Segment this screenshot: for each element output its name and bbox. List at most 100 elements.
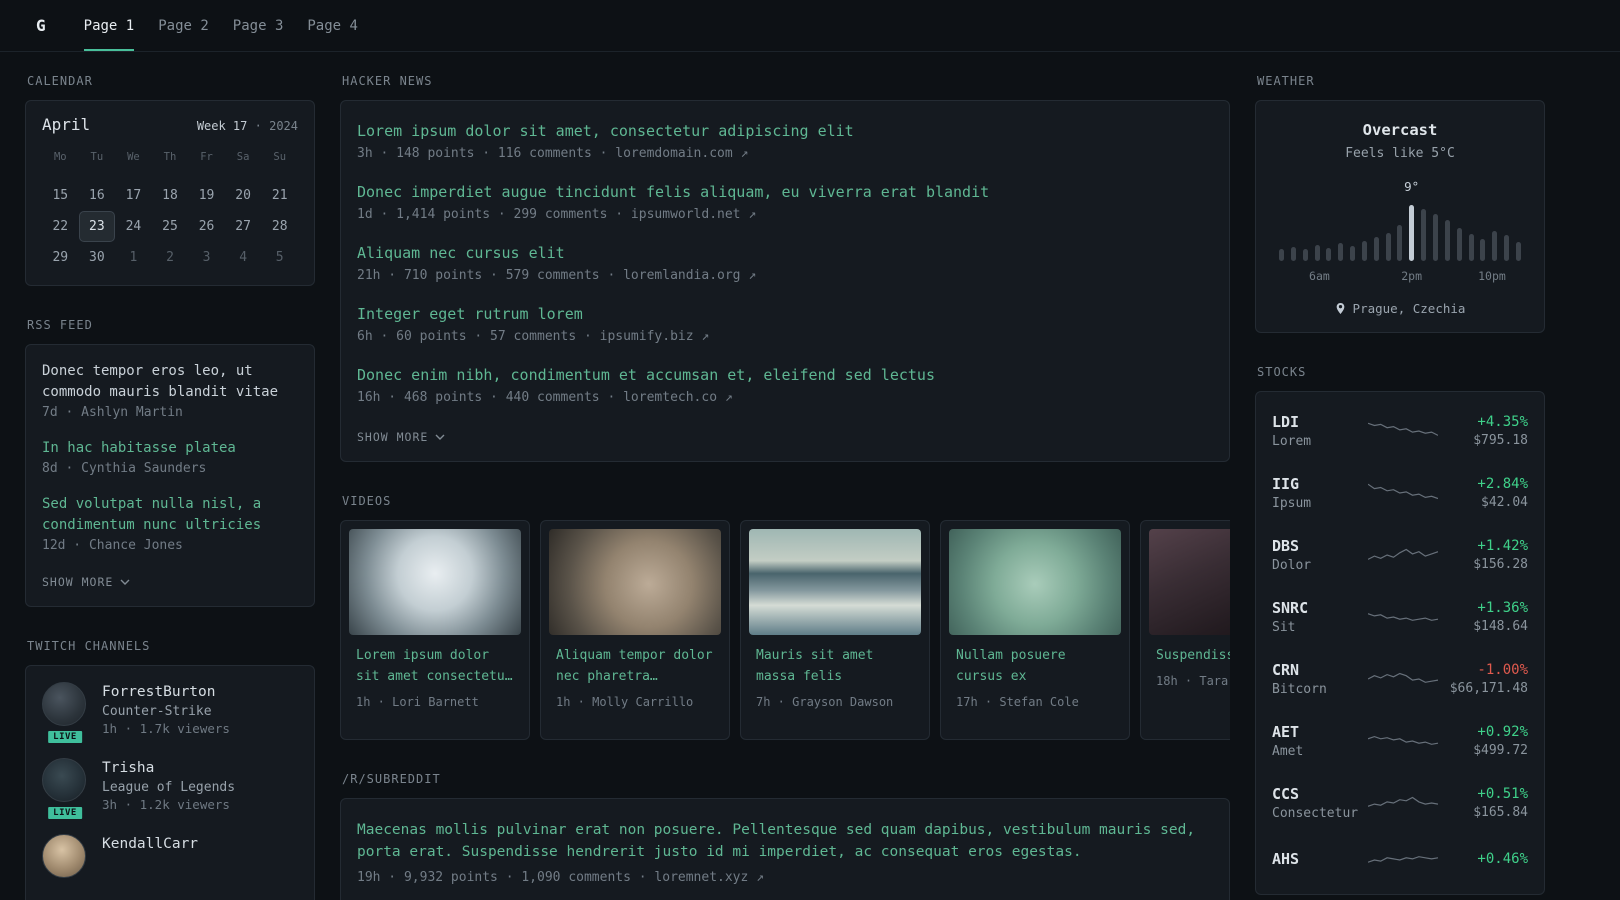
tab-page-1[interactable]: Page 1 <box>83 0 134 51</box>
video-card[interactable]: Lorem ipsum dolor sit amet consectetu… 1… <box>340 520 530 740</box>
stock-row[interactable]: SNRC Sit +1.36% $148.64 <box>1272 586 1528 648</box>
videos-header: VIDEOS <box>342 494 392 508</box>
hn-item-title[interactable]: Integer eget rutrum lorem <box>357 304 1213 325</box>
calendar-day: 24 <box>125 219 142 234</box>
calendar-day: 2 <box>166 250 174 265</box>
stock-sparkline <box>1367 790 1439 816</box>
rss-show-more-button[interactable]: SHOW MORE <box>42 575 130 589</box>
chevron-down-icon <box>120 579 130 585</box>
rss-item-title[interactable]: In hac habitasse platea <box>42 438 298 459</box>
stock-change: +1.42% <box>1477 538 1528 554</box>
stock-row[interactable]: AHS +0.46% <box>1272 834 1528 886</box>
stock-ticker: DBS <box>1272 537 1300 555</box>
hn-item[interactable]: Aliquam nec cursus elit 21h · 710 points… <box>357 243 1213 283</box>
channel-info: Trisha League of Legends 3h · 1.2k viewe… <box>102 758 235 816</box>
calendar-day: 25 <box>162 219 178 234</box>
tab-page-3[interactable]: Page 3 <box>233 0 284 51</box>
calendar-day: 21 <box>271 188 288 203</box>
hn-item-meta[interactable]: 3h · 148 points · 116 comments · loremdo… <box>357 146 1213 161</box>
tab-page-4[interactable]: Page 4 <box>307 0 358 51</box>
rss-item[interactable]: Donec tempor eros leo, ut commodo mauris… <box>42 361 298 420</box>
weekday-label: Su <box>273 151 287 163</box>
video-thumbnail[interactable] <box>549 529 721 635</box>
channel-name[interactable]: KendallCarr <box>102 834 198 854</box>
calendar-day: 17 <box>125 188 142 203</box>
hn-item-title[interactable]: Donec imperdiet augue tincidunt felis al… <box>357 182 1213 203</box>
video-card[interactable]: Mauris sit amet massa felis 7h · Grayson… <box>740 520 930 740</box>
video-thumbnail[interactable] <box>349 529 521 635</box>
video-thumbnail[interactable] <box>1149 529 1230 635</box>
stock-ticker: LDI <box>1272 413 1300 431</box>
hn-item-meta[interactable]: 21h · 710 points · 579 comments · loreml… <box>357 268 1213 283</box>
video-card[interactable]: Nullam posuere cursus ex 17h · Stefan Co… <box>940 520 1130 740</box>
stock-change: +0.92% <box>1477 724 1528 740</box>
stock-row[interactable]: LDI Lorem +4.35% $795.18 <box>1272 400 1528 462</box>
channel-info: KendallCarr <box>102 834 198 892</box>
calendar-day: 16 <box>89 188 105 203</box>
hn-item-title[interactable]: Aliquam nec cursus elit <box>357 243 1213 264</box>
calendar-day-selected: 23 <box>78 211 116 242</box>
time-label: 10pm <box>1478 269 1506 283</box>
video-thumbnail[interactable] <box>749 529 921 635</box>
stock-row[interactable]: DBS Dolor +1.42% $156.28 <box>1272 524 1528 586</box>
stock-change: +2.84% <box>1477 476 1528 492</box>
rss-item-title[interactable]: Sed volutpat nulla nisl, a condimentum n… <box>42 494 298 536</box>
hn-item-meta[interactable]: 1d · 1,414 points · 299 comments · ipsum… <box>357 207 1213 222</box>
twitch-channel[interactable]: LIVE Trisha League of Legends 3h · 1.2k … <box>42 758 298 821</box>
hn-item[interactable]: Donec imperdiet augue tincidunt felis al… <box>357 182 1213 222</box>
time-label: 2pm <box>1401 269 1422 283</box>
rss-item[interactable]: In hac habitasse platea 8d · Cynthia Sau… <box>42 438 298 476</box>
weather-widget: WEATHER Overcast Feels like 5°C 9° 6am 2… <box>1255 74 1545 333</box>
stocks-header: STOCKS <box>1257 365 1307 379</box>
video-title[interactable]: Suspendisse diam <box>1156 646 1230 667</box>
video-title[interactable]: Lorem ipsum dolor sit amet consectetu… <box>356 646 516 688</box>
stock-name: Lorem <box>1272 434 1312 449</box>
video-card[interactable]: Aliquam tempor dolor nec pharetra… 1h · … <box>540 520 730 740</box>
subreddit-post[interactable]: Maecenas mollis pulvinar erat non posuer… <box>357 819 1213 885</box>
channel-name[interactable]: ForrestBurton <box>102 682 230 702</box>
stock-row[interactable]: CRN Bitcorn -1.00% $66,171.48 <box>1272 648 1528 710</box>
stocks-card: LDI Lorem +4.35% $795.18 IIG Ipsum +2.84% $4… <box>1255 391 1545 895</box>
video-thumbnail[interactable] <box>949 529 1121 635</box>
video-title[interactable]: Aliquam tempor dolor nec pharetra… <box>556 646 716 688</box>
center-column: HACKER NEWS Lorem ipsum dolor sit amet, … <box>340 74 1230 900</box>
hn-item[interactable]: Lorem ipsum dolor sit amet, consectetur … <box>357 121 1213 161</box>
weather-bar <box>1480 239 1486 261</box>
stock-row[interactable]: CCS Consectetur +0.51% $165.84 <box>1272 772 1528 834</box>
calendar-day: 3 <box>202 250 211 265</box>
rss-item-title[interactable]: Donec tempor eros leo, ut commodo mauris… <box>42 361 298 403</box>
weather-bar <box>1338 243 1344 261</box>
twitch-channel[interactable]: LIVE ForrestBurton Counter-Strike 1h · 1… <box>42 682 298 745</box>
chevron-down-icon <box>435 434 445 440</box>
stock-name: Sit <box>1272 620 1296 635</box>
stock-ticker: IIG <box>1272 475 1300 493</box>
video-title[interactable]: Mauris sit amet massa felis <box>756 646 916 688</box>
stock-price: $66,171.48 <box>1449 681 1528 696</box>
video-meta: 1h · Lori Barnett <box>356 694 479 709</box>
stock-change: +4.35% <box>1477 414 1528 430</box>
stock-row[interactable]: AET Amet +0.92% $499.72 <box>1272 710 1528 772</box>
rss-card: Donec tempor eros leo, ut commodo mauris… <box>25 344 315 607</box>
hn-item-meta[interactable]: 16h · 468 points · 440 comments · loremt… <box>357 390 1213 405</box>
rss-header: RSS FEED <box>27 318 93 332</box>
hn-item-title[interactable]: Lorem ipsum dolor sit amet, consectetur … <box>357 121 1213 142</box>
video-card[interactable]: Suspendisse diam 18h · Tara <box>1140 520 1230 740</box>
hn-item-title[interactable]: Donec enim nibh, condimentum et accumsan… <box>357 365 1213 386</box>
top-nav: G Page 1 Page 2 Page 3 Page 4 <box>0 0 1620 52</box>
twitch-channel[interactable]: KendallCarr <box>42 834 298 892</box>
hn-item[interactable]: Donec enim nibh, condimentum et accumsan… <box>357 365 1213 405</box>
channel-name[interactable]: Trisha <box>102 758 235 778</box>
stock-row[interactable]: IIG Ipsum +2.84% $42.04 <box>1272 462 1528 524</box>
rss-item[interactable]: Sed volutpat nulla nisl, a condimentum n… <box>42 494 298 553</box>
subreddit-post-meta[interactable]: 19h · 9,932 points · 1,090 comments · lo… <box>357 870 1213 885</box>
video-title[interactable]: Nullam posuere cursus ex <box>956 646 1116 688</box>
subreddit-post-title[interactable]: Maecenas mollis pulvinar erat non posuer… <box>357 819 1213 864</box>
tab-page-2[interactable]: Page 2 <box>158 0 209 51</box>
weather-time-labels: 6am 2pm 10pm <box>1279 269 1521 285</box>
stock-sparkline <box>1367 418 1439 444</box>
app-logo[interactable]: G <box>36 16 46 35</box>
hn-item[interactable]: Integer eget rutrum lorem 6h · 60 points… <box>357 304 1213 344</box>
hn-show-more-button[interactable]: SHOW MORE <box>357 430 445 444</box>
hn-item-meta[interactable]: 6h · 60 points · 57 comments · ipsumify.… <box>357 329 1213 344</box>
calendar-day: 28 <box>271 219 288 234</box>
